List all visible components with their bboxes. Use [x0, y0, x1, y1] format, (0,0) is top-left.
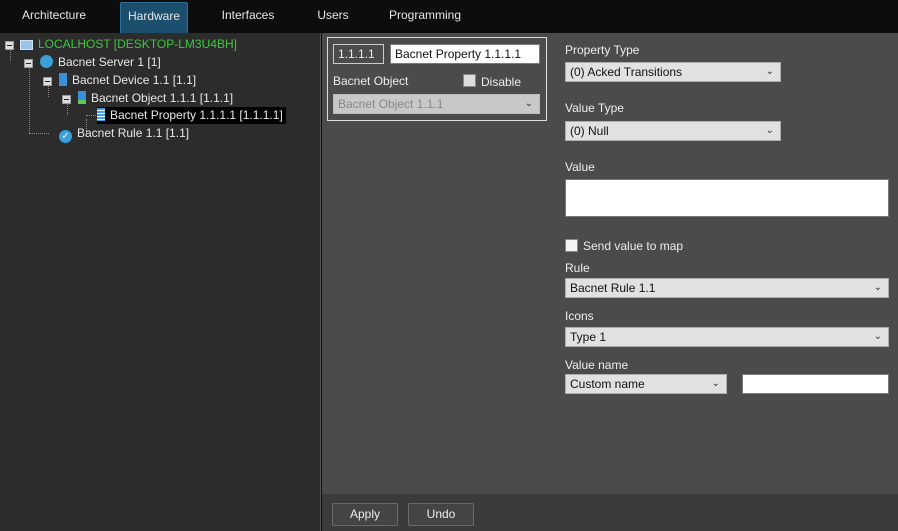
rule-label: Rule: [565, 261, 590, 275]
chevron-down-icon: ⌄: [873, 282, 882, 293]
tree-node-rule[interactable]: ✓ Bacnet Rule 1.1 [1.1]: [59, 125, 189, 143]
computer-icon: [20, 40, 33, 50]
hardware-tree: LOCALHOST [DESKTOP-LM3U4BH] Bacnet Serve…: [0, 33, 321, 531]
chevron-down-icon: ⌄: [765, 66, 774, 77]
id-field[interactable]: 1.1.1.1: [333, 44, 384, 64]
value-name-select[interactable]: Custom name ⌄: [565, 374, 727, 394]
property-type-select[interactable]: (0) Acked Transitions ⌄: [565, 62, 781, 82]
tree-node-server[interactable]: Bacnet Server 1 [1]: [40, 54, 161, 71]
property-type-label: Property Type: [565, 43, 640, 57]
rule-select[interactable]: Bacnet Rule 1.1 ⌄: [565, 278, 889, 298]
server-globe-icon: [40, 55, 53, 68]
value-name-label: Value name: [565, 358, 629, 372]
object-icon: [78, 91, 86, 104]
send-value-label: Send value to map: [583, 239, 684, 253]
icons-label: Icons: [565, 309, 594, 323]
tab-architecture[interactable]: Architecture: [14, 2, 94, 33]
disable-checkbox[interactable]: [463, 74, 476, 87]
tab-users[interactable]: Users: [310, 2, 356, 33]
name-field[interactable]: Bacnet Property 1.1.1.1: [390, 44, 540, 64]
action-bar: Apply Undo: [322, 494, 898, 531]
identity-group: 1.1.1.1 Bacnet Property 1.1.1.1 Bacnet O…: [327, 37, 547, 121]
device-icon: [59, 73, 67, 86]
rule-check-icon: ✓: [59, 130, 72, 143]
tree-node-property[interactable]: Bacnet Property 1.1.1.1 [1.1.1.1]: [97, 107, 286, 124]
value-label: Value: [565, 160, 595, 174]
chevron-down-icon: ⌄: [711, 378, 720, 389]
chevron-down-icon: ⌄: [873, 331, 882, 342]
collapse-toggle[interactable]: [5, 41, 14, 50]
collapse-toggle[interactable]: [62, 95, 71, 104]
send-value-checkbox[interactable]: [565, 239, 578, 252]
value-type-label: Value Type: [565, 101, 624, 115]
disable-label: Disable: [481, 75, 522, 89]
collapse-toggle[interactable]: [43, 77, 52, 86]
undo-button[interactable]: Undo: [408, 503, 474, 526]
value-type-select[interactable]: (0) Null ⌄: [565, 121, 781, 141]
icons-select[interactable]: Type 1 ⌄: [565, 327, 889, 347]
chevron-down-icon: ⌄: [765, 125, 774, 136]
tree-node-object[interactable]: Bacnet Object 1.1.1 [1.1.1]: [78, 90, 233, 107]
tree-node-localhost[interactable]: LOCALHOST [DESKTOP-LM3U4BH]: [20, 36, 237, 53]
bacnet-object-label: Bacnet Object: [333, 74, 409, 88]
property-panel: 1.1.1.1 Bacnet Property 1.1.1.1 Bacnet O…: [322, 33, 898, 494]
tab-hardware[interactable]: Hardware: [120, 2, 188, 33]
tree-node-device[interactable]: Bacnet Device 1.1 [1.1]: [59, 72, 196, 89]
value-field[interactable]: [565, 179, 889, 217]
chevron-down-icon: ⌄: [524, 98, 533, 109]
property-list-icon: [97, 108, 105, 121]
bacnet-object-select[interactable]: Bacnet Object 1.1.1 ⌄: [333, 94, 540, 114]
collapse-toggle[interactable]: [24, 59, 33, 68]
tab-interfaces[interactable]: Interfaces: [215, 2, 281, 33]
tab-programming[interactable]: Programming: [385, 2, 465, 33]
tab-bar: Architecture Hardware Interfaces Users P…: [0, 0, 898, 33]
custom-name-field[interactable]: [742, 374, 889, 394]
apply-button[interactable]: Apply: [332, 503, 398, 526]
